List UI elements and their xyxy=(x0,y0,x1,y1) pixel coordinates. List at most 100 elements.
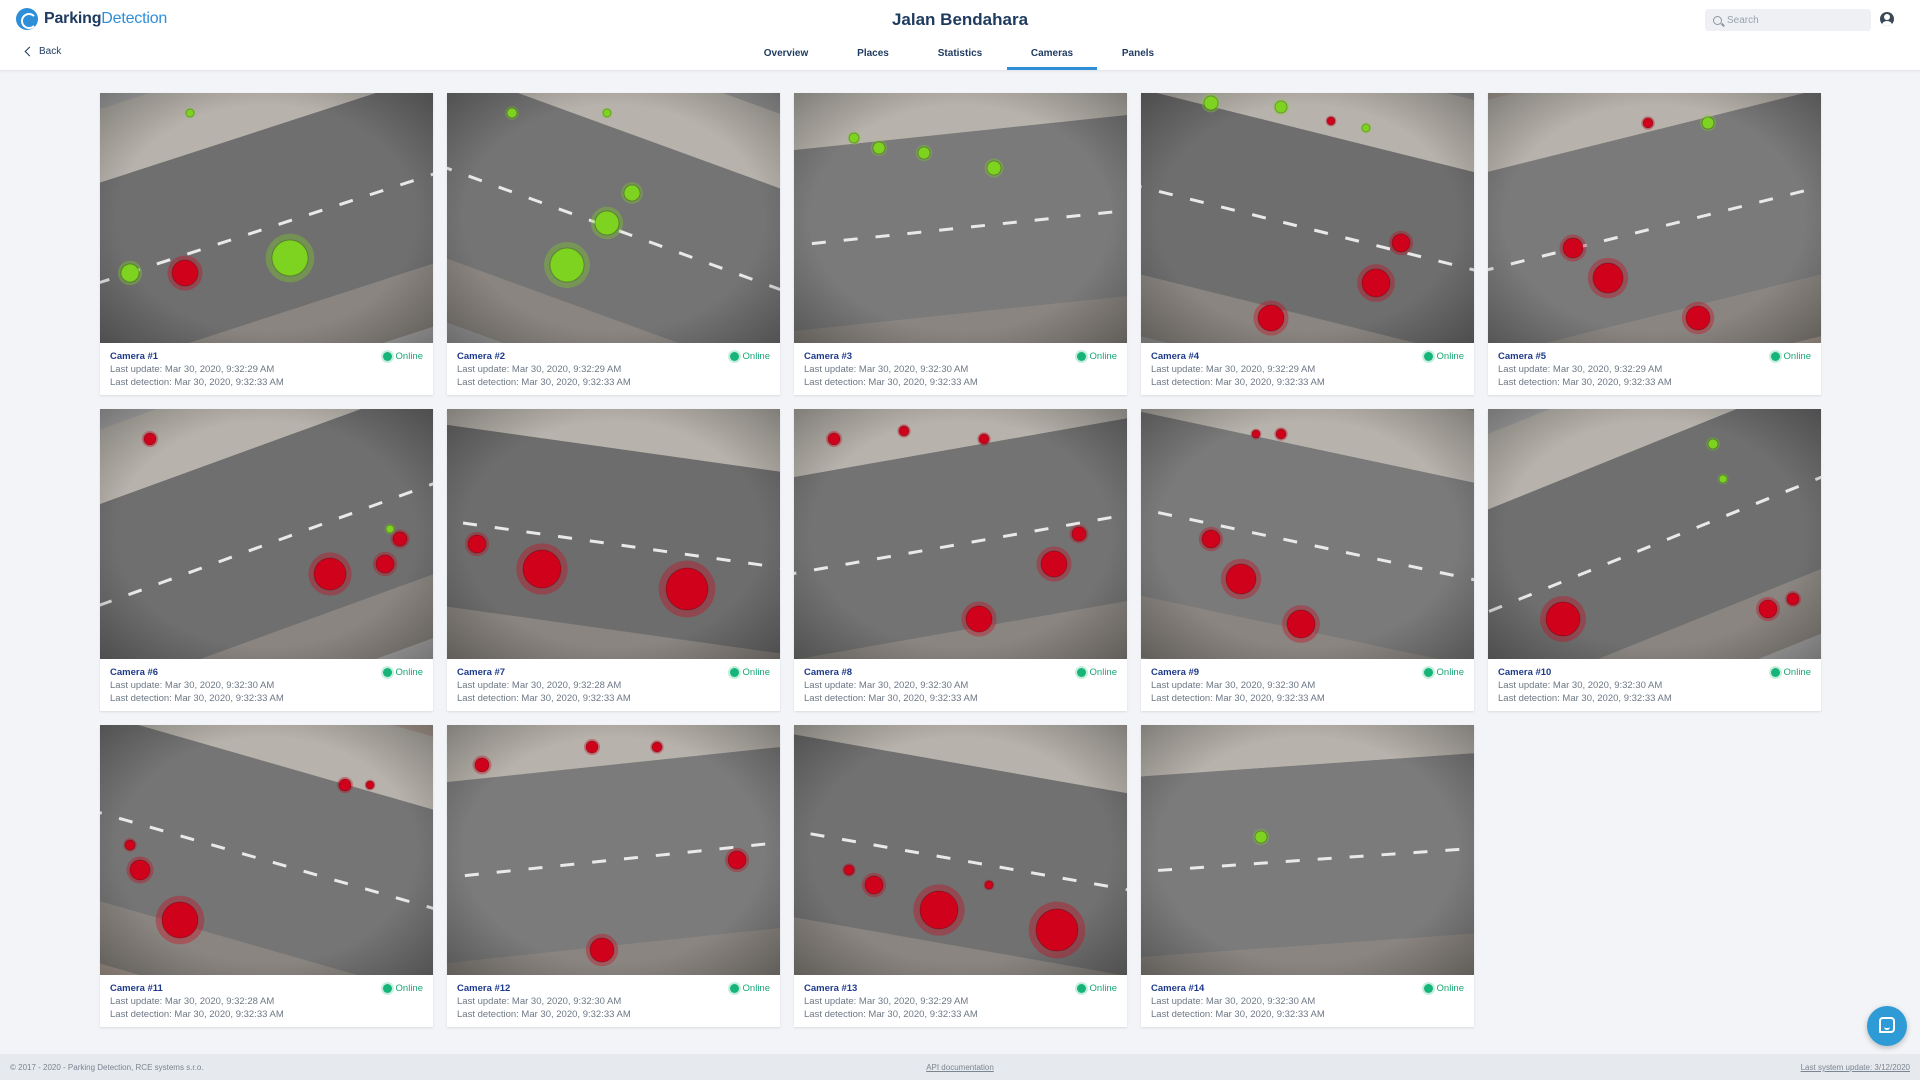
tab-statistics[interactable]: Statistics xyxy=(938,48,982,59)
occupied-spot-marker xyxy=(1391,233,1411,253)
free-spot-marker xyxy=(602,108,612,118)
status-online-icon xyxy=(1076,668,1086,677)
occupied-spot-marker xyxy=(1040,550,1068,578)
status-online-icon xyxy=(1076,352,1086,361)
occupied-spot-marker xyxy=(522,549,562,589)
camera-snapshot[interactable] xyxy=(100,409,433,659)
status-label: Online xyxy=(395,983,423,994)
camera-card[interactable]: Camera #7 Online Last update: Mar 30, 20… xyxy=(447,409,780,711)
camera-card[interactable]: Camera #5 Online Last update: Mar 30, 20… xyxy=(1488,93,1821,395)
camera-snapshot[interactable] xyxy=(794,93,1127,343)
last-system-update-link[interactable]: Last system update: 3/12/2020 xyxy=(1801,1063,1910,1072)
camera-card[interactable]: Camera #6 Online Last update: Mar 30, 20… xyxy=(100,409,433,711)
camera-card[interactable]: Camera #8 Online Last update: Mar 30, 20… xyxy=(794,409,1127,711)
status-label: Online xyxy=(1783,351,1811,362)
camera-snapshot-image xyxy=(447,409,780,659)
camera-name[interactable]: Camera #14 xyxy=(1151,982,1464,995)
status-label: Online xyxy=(742,351,770,362)
status-badge: Online xyxy=(1076,666,1117,679)
camera-name[interactable]: Camera #12 xyxy=(457,982,770,995)
camera-card[interactable]: Camera #4 Online Last update: Mar 30, 20… xyxy=(1141,93,1474,395)
camera-card[interactable]: Camera #2 Online Last update: Mar 30, 20… xyxy=(447,93,780,395)
camera-snapshot[interactable] xyxy=(1141,93,1474,343)
occupied-spot-marker xyxy=(143,432,157,446)
camera-snapshot[interactable] xyxy=(1141,725,1474,975)
camera-snapshot[interactable] xyxy=(1488,409,1821,659)
camera-card[interactable]: Camera #10 Online Last update: Mar 30, 2… xyxy=(1488,409,1821,711)
tab-overview[interactable]: Overview xyxy=(764,48,808,59)
status-badge: Online xyxy=(729,350,770,363)
camera-name[interactable]: Camera #7 xyxy=(457,666,770,679)
camera-name[interactable]: Camera #3 xyxy=(804,350,1117,363)
camera-info: Camera #5 Online Last update: Mar 30, 20… xyxy=(1488,343,1821,389)
tab-places[interactable]: Places xyxy=(857,48,889,59)
camera-name[interactable]: Camera #6 xyxy=(110,666,423,679)
occupied-spot-marker xyxy=(1361,268,1391,298)
tab-bar: Overview Places Statistics Cameras Panel… xyxy=(0,0,1920,70)
occupied-spot-marker xyxy=(1642,117,1654,129)
camera-name[interactable]: Camera #2 xyxy=(457,350,770,363)
camera-snapshot[interactable] xyxy=(100,93,433,343)
camera-snapshot[interactable] xyxy=(447,93,780,343)
camera-name[interactable]: Camera #9 xyxy=(1151,666,1464,679)
camera-snapshot-image xyxy=(447,93,780,343)
camera-snapshot[interactable] xyxy=(447,409,780,659)
last-detection: Last detection: Mar 30, 2020, 9:32:33 AM xyxy=(110,377,284,388)
camera-name[interactable]: Camera #1 xyxy=(110,350,423,363)
camera-info: Camera #4 Online Last update: Mar 30, 20… xyxy=(1141,343,1474,389)
tab-cameras[interactable]: Cameras xyxy=(1031,48,1073,59)
free-spot-marker xyxy=(872,141,886,155)
status-badge: Online xyxy=(729,666,770,679)
free-spot-marker xyxy=(848,132,860,144)
camera-card[interactable]: Camera #1 Online Last update: Mar 30, 20… xyxy=(100,93,433,395)
free-spot-marker xyxy=(506,107,518,119)
camera-card[interactable]: Camera #14 Online Last update: Mar 30, 2… xyxy=(1141,725,1474,1027)
camera-name[interactable]: Camera #13 xyxy=(804,982,1117,995)
free-spot-marker xyxy=(549,247,585,283)
camera-snapshot[interactable] xyxy=(794,409,1127,659)
last-detection: Last detection: Mar 30, 2020, 9:32:33 AM xyxy=(1151,377,1325,388)
camera-snapshot-image xyxy=(100,409,433,659)
footer: © 2017 - 2020 - Parking Detection, RCE s… xyxy=(0,1054,1920,1080)
camera-info: Camera #10 Online Last update: Mar 30, 2… xyxy=(1488,659,1821,705)
free-spot-marker xyxy=(271,239,309,277)
status-badge: Online xyxy=(1423,666,1464,679)
api-documentation-link[interactable]: API documentation xyxy=(926,1063,994,1072)
occupied-spot-marker xyxy=(864,875,884,895)
camera-snapshot-image xyxy=(100,93,433,343)
status-online-icon xyxy=(1770,668,1780,677)
tab-panels[interactable]: Panels xyxy=(1122,48,1154,59)
camera-snapshot[interactable] xyxy=(447,725,780,975)
camera-name[interactable]: Camera #10 xyxy=(1498,666,1811,679)
camera-name[interactable]: Camera #4 xyxy=(1151,350,1464,363)
camera-snapshot[interactable] xyxy=(794,725,1127,975)
chat-button[interactable] xyxy=(1867,1006,1907,1046)
occupied-spot-marker xyxy=(965,605,993,633)
camera-card[interactable]: Camera #9 Online Last update: Mar 30, 20… xyxy=(1141,409,1474,711)
camera-name[interactable]: Camera #5 xyxy=(1498,350,1811,363)
status-label: Online xyxy=(395,667,423,678)
camera-snapshot[interactable] xyxy=(1488,93,1821,343)
camera-card[interactable]: Camera #13 Online Last update: Mar 30, 2… xyxy=(794,725,1127,1027)
status-label: Online xyxy=(1436,983,1464,994)
camera-card[interactable]: Camera #3 Online Last update: Mar 30, 20… xyxy=(794,93,1127,395)
camera-name[interactable]: Camera #11 xyxy=(110,982,423,995)
last-detection: Last detection: Mar 30, 2020, 9:32:33 AM xyxy=(804,1009,978,1020)
status-online-icon xyxy=(382,668,392,677)
occupied-spot-marker xyxy=(474,757,490,773)
last-detection: Last detection: Mar 30, 2020, 9:32:33 AM xyxy=(804,693,978,704)
status-online-icon xyxy=(729,352,739,361)
camera-snapshot[interactable] xyxy=(100,725,433,975)
camera-snapshot-image xyxy=(1141,725,1474,975)
last-update: Last update: Mar 30, 2020, 9:32:29 AM xyxy=(1498,364,1663,375)
free-spot-marker xyxy=(986,160,1002,176)
free-spot-marker xyxy=(1707,438,1719,450)
occupied-spot-marker xyxy=(585,740,599,754)
camera-card[interactable]: Camera #11 Online Last update: Mar 30, 2… xyxy=(100,725,433,1027)
occupied-spot-marker xyxy=(589,937,615,963)
camera-snapshot[interactable] xyxy=(1141,409,1474,659)
camera-card[interactable]: Camera #12 Online Last update: Mar 30, 2… xyxy=(447,725,780,1027)
occupied-spot-marker xyxy=(129,859,151,881)
occupied-spot-marker xyxy=(1545,601,1581,637)
camera-name[interactable]: Camera #8 xyxy=(804,666,1117,679)
